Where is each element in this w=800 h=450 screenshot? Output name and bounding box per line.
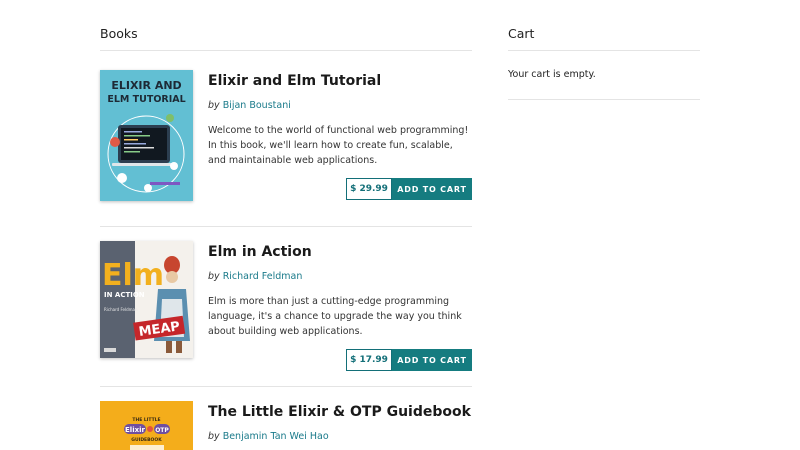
book-author-line: by Bijan Boustani bbox=[208, 100, 291, 111]
svg-text:GUIDEBOOK: GUIDEBOOK bbox=[131, 437, 162, 443]
svg-text:Elm: Elm bbox=[102, 258, 164, 293]
book-title[interactable]: Elixir and Elm Tutorial bbox=[208, 73, 381, 89]
author-link[interactable]: Bijan Boustani bbox=[223, 100, 291, 111]
book-cover-image: ELIXIR AND ELM TUTORIAL bbox=[100, 70, 193, 201]
svg-text:IN ACTION: IN ACTION bbox=[104, 291, 145, 299]
book-title[interactable]: The Little Elixir & OTP Guidebook bbox=[208, 404, 471, 420]
book-title[interactable]: Elm in Action bbox=[208, 244, 312, 260]
author-link[interactable]: Benjamin Tan Wei Hao bbox=[223, 431, 329, 442]
add-to-cart-button[interactable]: ADD TO CART bbox=[392, 349, 472, 371]
cart-bottom-divider bbox=[508, 99, 700, 100]
book-cover-image: Elm IN ACTION Richard Feldman MEAP bbox=[100, 241, 193, 358]
author-link[interactable]: Richard Feldman bbox=[223, 271, 303, 282]
book-cover-image: THE LITTLE Elixir OTP GUIDEBOOK bbox=[100, 401, 193, 450]
book-description: Welcome to the world of functional web p… bbox=[208, 125, 469, 166]
cart-empty-message: Your cart is empty. bbox=[508, 69, 596, 80]
price-badge: $ 29.99 bbox=[346, 178, 392, 200]
svg-text:OTP: OTP bbox=[155, 427, 169, 434]
author-by-label: by bbox=[208, 431, 220, 442]
books-heading-divider bbox=[100, 50, 472, 51]
price-badge: $ 17.99 bbox=[346, 349, 392, 371]
book-description: Elm is more than just a cutting-edge pro… bbox=[208, 296, 462, 337]
svg-text:ELM TUTORIAL: ELM TUTORIAL bbox=[107, 94, 185, 105]
author-by-label: by bbox=[208, 100, 220, 111]
add-to-cart-button[interactable]: ADD TO CART bbox=[392, 178, 472, 200]
book-author-line: by Richard Feldman bbox=[208, 271, 302, 282]
cart-heading: Cart bbox=[508, 26, 535, 41]
books-heading: Books bbox=[100, 26, 138, 41]
buy-group: $ 17.99 ADD TO CART bbox=[346, 349, 472, 371]
cart-heading-divider bbox=[508, 50, 700, 51]
svg-text:Richard Feldman: Richard Feldman bbox=[104, 307, 138, 312]
svg-text:ELIXIR AND: ELIXIR AND bbox=[111, 79, 181, 92]
buy-group: $ 29.99 ADD TO CART bbox=[346, 178, 472, 200]
book-divider bbox=[100, 226, 472, 227]
svg-text:Elixir: Elixir bbox=[125, 426, 145, 434]
author-by-label: by bbox=[208, 271, 220, 282]
book-divider bbox=[100, 386, 472, 387]
svg-text:THE LITTLE: THE LITTLE bbox=[132, 417, 160, 423]
book-author-line: by Benjamin Tan Wei Hao bbox=[208, 431, 329, 442]
